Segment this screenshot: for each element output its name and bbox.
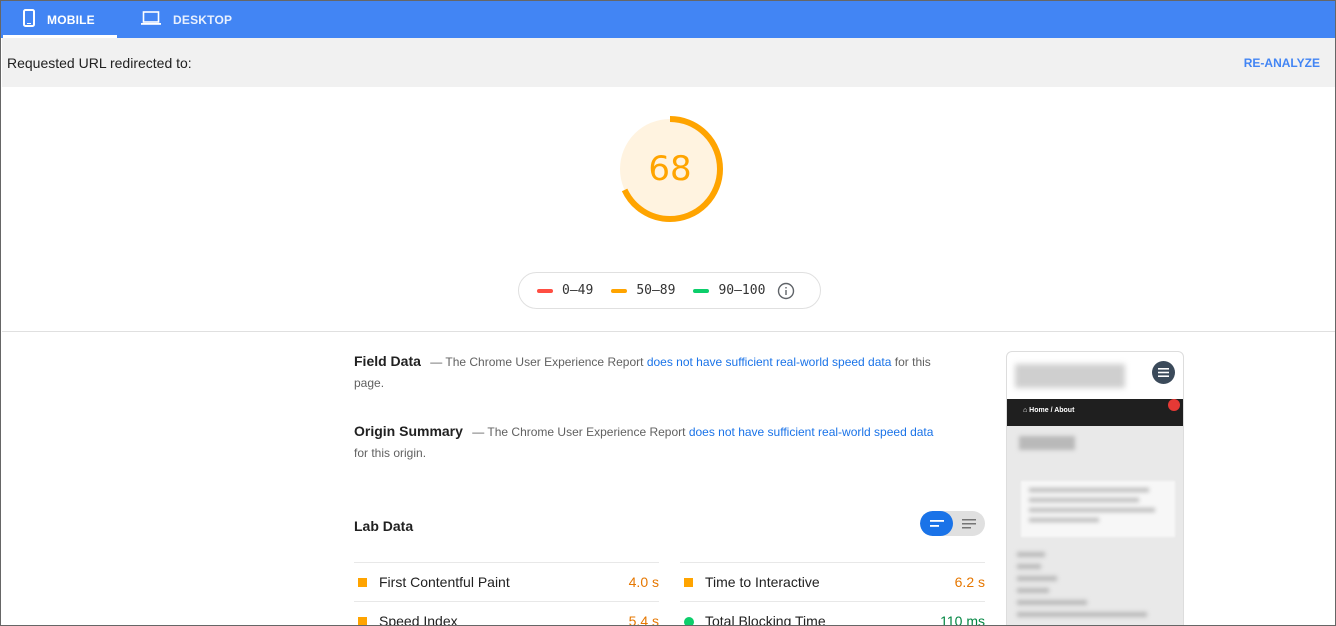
average-range-marker — [611, 288, 628, 293]
blurred-text-line — [1029, 508, 1155, 512]
notification-badge — [1168, 399, 1180, 411]
performance-score: 68 — [648, 149, 692, 189]
performance-score-gauge: 68 — [615, 114, 725, 224]
metric-first-contentful-paint: First Contentful Paint 4.0 s — [354, 562, 659, 601]
reanalyze-button[interactable]: RE-ANALYZE — [1244, 56, 1320, 70]
metric-name: Total Blocking Time — [705, 613, 826, 626]
metric-speed-index: Speed Index 5.4 s — [354, 601, 659, 626]
hamburger-menu-icon — [1152, 361, 1175, 384]
blurred-text-line — [1017, 564, 1041, 569]
lab-data-title: Lab Data — [354, 518, 414, 534]
blurred-text-line — [1029, 498, 1139, 502]
device-tab-bar: MOBILE DESKTOP — [1, 1, 1335, 38]
thumbnail-breadcrumb: ⌂ Home / About — [1023, 407, 1075, 414]
origin-summary-title: Origin Summary — [354, 423, 463, 439]
legend-item-fail: 0–49 — [537, 283, 593, 298]
metric-value: 5.4 s — [628, 613, 659, 626]
metric-total-blocking-time: Total Blocking Time 110 ms — [680, 601, 985, 626]
origin-summary-text: The Chrome User Experience Report — [487, 425, 686, 439]
legend-range-pass: 90–100 — [718, 283, 766, 298]
field-data-section: Field Data — The Chrome User Experience … — [354, 351, 934, 394]
page-screenshot-thumbnail: ⌂ Home / About — [1006, 351, 1184, 625]
compact-list-icon — [929, 519, 944, 527]
thumbnail-navbar: ⌂ Home / About — [1007, 399, 1183, 426]
pass-range-marker — [693, 288, 710, 293]
metric-name: Time to Interactive — [705, 574, 820, 590]
metric-view-toggle[interactable] — [920, 511, 985, 536]
average-square-icon — [358, 578, 367, 587]
expanded-list-icon — [962, 518, 976, 528]
info-icon[interactable] — [777, 282, 795, 300]
blurred-site-logo — [1015, 364, 1125, 388]
phone-icon — [23, 9, 35, 30]
field-data-text: The Chrome User Experience Report — [445, 355, 644, 369]
blurred-text-line — [1029, 518, 1099, 522]
average-square-icon — [358, 617, 367, 625]
fail-range-marker — [537, 288, 553, 293]
origin-summary-dash: — — [472, 425, 485, 439]
origin-summary-text-after: for this origin. — [354, 446, 427, 460]
blurred-text-line — [1017, 552, 1045, 557]
legend-item-average: 50–89 — [611, 283, 675, 298]
tab-desktop-label: DESKTOP — [173, 12, 233, 27]
metric-name: First Contentful Paint — [379, 574, 510, 590]
tab-mobile[interactable]: MOBILE — [23, 1, 117, 38]
blurred-text-line — [1017, 576, 1057, 581]
section-divider — [2, 331, 1335, 332]
origin-summary-link[interactable]: does not have sufficient real-world spee… — [689, 425, 934, 439]
redirect-notice-bar: Requested URL redirected to: RE-ANALYZE — [2, 38, 1335, 87]
blurred-page-content — [1007, 426, 1183, 625]
average-square-icon — [684, 578, 693, 587]
metric-name: Speed Index — [379, 613, 458, 626]
metric-time-to-interactive: Time to Interactive 6.2 s — [680, 562, 985, 601]
blurred-text-line — [1029, 488, 1149, 492]
field-data-title: Field Data — [354, 353, 421, 369]
blurred-text-line — [1017, 588, 1049, 593]
score-legend: 0–49 50–89 90–100 — [518, 272, 821, 309]
metric-value: 4.0 s — [628, 574, 659, 590]
metric-value: 6.2 s — [954, 574, 985, 590]
tab-desktop[interactable]: DESKTOP — [141, 1, 241, 38]
blurred-text-line — [1017, 612, 1147, 617]
legend-range-average: 50–89 — [636, 283, 676, 298]
laptop-icon — [141, 11, 161, 28]
redirect-text: Requested URL redirected to: — [7, 55, 192, 71]
blurred-text-line — [1017, 600, 1087, 605]
pagespeed-report: MOBILE DESKTOP Requested URL redirected … — [0, 0, 1336, 626]
legend-item-pass: 90–100 — [693, 283, 765, 298]
tab-mobile-label: MOBILE — [47, 12, 95, 27]
field-data-dash: — — [430, 355, 443, 369]
blurred-heading — [1019, 436, 1075, 450]
compact-view-button[interactable] — [920, 511, 953, 536]
field-data-link[interactable]: does not have sufficient real-world spee… — [647, 355, 892, 369]
pass-circle-icon — [684, 617, 694, 625]
metric-value: 110 ms — [940, 613, 985, 626]
legend-range-fail: 0–49 — [562, 283, 594, 298]
expanded-view-button[interactable] — [953, 511, 985, 536]
origin-summary-section: Origin Summary — The Chrome User Experie… — [354, 421, 934, 464]
